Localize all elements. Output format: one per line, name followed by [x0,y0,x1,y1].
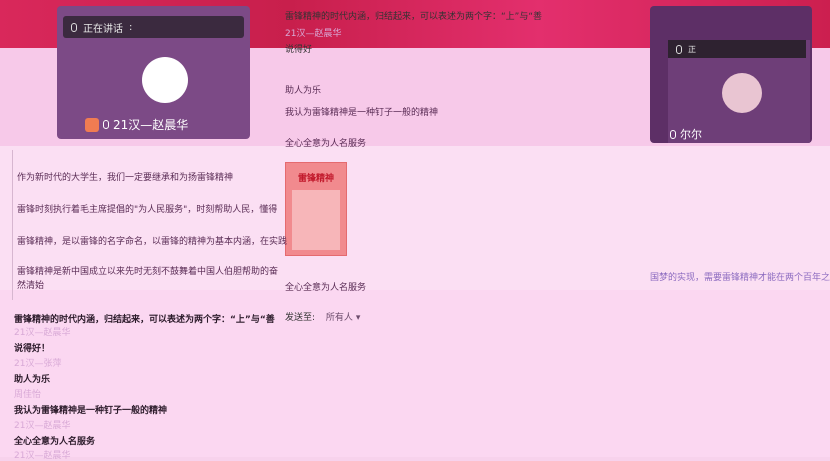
chat-message: 说得好！ [14,344,51,354]
avatar [722,73,762,113]
chat-sender: 周佳怡 [14,390,42,400]
avatar [142,57,188,103]
chat-message: 全心全意为人名服务 [285,139,367,149]
right-hint-text: 国梦的实现，需要雷锋精神才能在两个百年之 [650,273,830,283]
center-chat-panel: 雷锋精神的时代内涵，归结起来，可以表述为两个字：“上”与“善 21汉—赵晨华 说… [285,9,640,329]
chat-sender: 21汉—赵晨华 [285,29,342,39]
chat-message: 全心全意为人名服务 [285,283,367,293]
chat-sender: 21汉—赵晨华 [14,421,71,431]
participant-label: 尔尔 [670,126,702,142]
chat-message: 雷锋精神，是以雷锋的名字命名，以雷锋的精神为基本内涵，在实践 [17,237,288,247]
chat-message: 我认为雷锋精神是一种钉子一般的精神 [285,108,439,118]
send-target-bar[interactable]: 发送至: 所有人 ▾ [285,310,360,323]
send-target-select[interactable]: 所有人 [326,313,353,323]
chat-message: 说得好 [285,45,313,55]
user-badge-icon [85,117,99,132]
chat-message: 然清始 [17,281,45,291]
microphone-icon [103,120,109,129]
participant-name: 尔尔 [680,128,702,141]
poster-body [292,190,340,250]
chat-message: 雷锋精神是新中国成立以来先时无刻不鼓舞着中国人伯胆帮助的奋 [17,267,279,277]
chat-sender: 21汉—张萍 [14,359,62,369]
chevron-down-icon: ▾ [355,313,361,323]
speaking-status: 正在讲话 [83,23,123,35]
chat-message: 我认为雷锋精神是一种钉子一般的精神 [14,406,168,416]
speaking-indicator: 正在讲话 : [63,16,244,38]
video-tile-left[interactable]: 正在讲话 : 21汉—赵晨华 [57,6,250,139]
divider [12,150,13,300]
participant-name: 21汉—赵晨华 [113,118,189,132]
chat-message: 雷锋时刻执行着毛主席提倡的"为人民服务"，时刻帮助人民，懂得 [17,205,278,215]
chat-message: 雷锋精神的时代内涵，归结起来，可以表述为两个字：“上”与“善 [285,12,542,22]
speaking-indicator: 正 [668,40,806,58]
poster-title: 雷锋精神 [297,174,334,184]
chat-message: 雷锋精神的时代内涵，归结起来，可以表述为两个字：“上”与“善 [14,315,275,325]
chat-sender: 21汉—赵晨华 [14,451,71,461]
chat-sender: 21汉—赵晨华 [14,328,71,338]
chat-message: 作为新时代的大学生，我们一定要继承和为扬雷锋精神 [17,173,234,183]
chat-message: 助人为乐 [285,86,322,96]
chat-message: 全心全意为人名服务 [14,437,96,447]
microphone-icon [71,22,77,32]
participant-label: 21汉—赵晨华 [85,116,188,133]
microphone-icon [676,44,682,54]
chat-message: 助人为乐 [14,375,51,385]
send-label: 发送至: [285,313,316,323]
video-tile-right[interactable]: 正 尔尔 [650,6,812,143]
poster-image[interactable]: 雷锋精神 [285,162,347,256]
microphone-icon [670,129,676,139]
